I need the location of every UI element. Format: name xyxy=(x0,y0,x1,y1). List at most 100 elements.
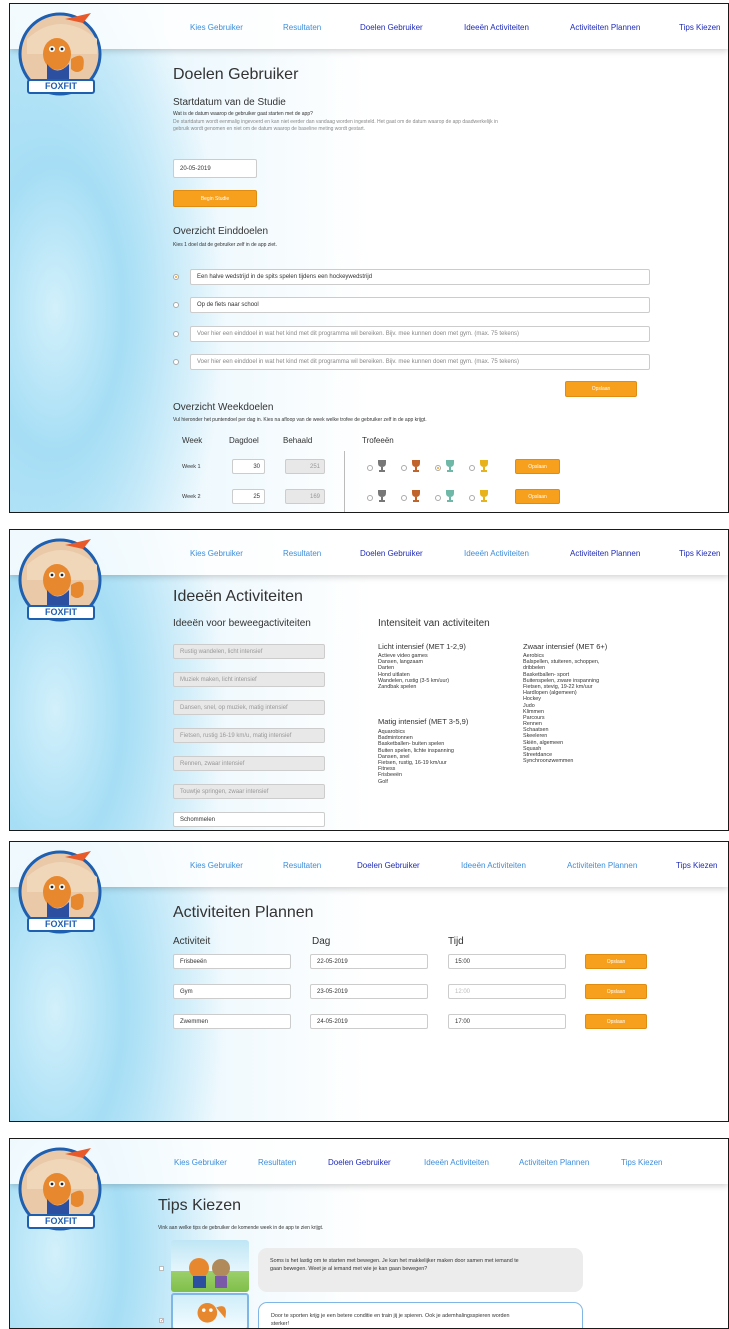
trophy-radio[interactable] xyxy=(367,495,373,501)
trophy-icon xyxy=(480,490,488,502)
start-date-input[interactable]: 20-05-2019 xyxy=(173,159,257,178)
trophy-radio[interactable] xyxy=(367,465,373,471)
ideas-heading: Ideeën voor beweegactiviteiten xyxy=(173,618,311,629)
save-plan-button[interactable]: Opslaan xyxy=(585,954,647,969)
logo-text: FOXFIT xyxy=(27,79,95,94)
activity-item: Buiten spelen, lichte inspanning xyxy=(378,747,454,754)
table-divider xyxy=(344,451,345,512)
dag-input[interactable]: 24-05-2019 xyxy=(310,1014,428,1029)
idea-input[interactable]: Muziek maken, licht intensief xyxy=(173,672,325,687)
activity-item: Zandbak spelen xyxy=(378,683,417,690)
nav-doelen-gebruiker[interactable]: Doelen Gebruiker xyxy=(360,549,423,558)
nav-ideeen-activiteiten[interactable]: Ideeën Activiteiten xyxy=(464,23,529,32)
idea-input[interactable]: Fietsen, rustig 16-19 km/u, matig intens… xyxy=(173,728,325,743)
nav-resultaten[interactable]: Resultaten xyxy=(258,1158,296,1167)
nav-tips-kiezen[interactable]: Tips Kiezen xyxy=(676,861,718,870)
foxfit-logo[interactable]: FOXFIT xyxy=(17,1144,104,1239)
foxfit-logo[interactable]: FOXFIT xyxy=(17,535,104,630)
nav-ideeen-activiteiten[interactable]: Ideeën Activiteiten xyxy=(461,861,526,870)
nav-tips-kiezen[interactable]: Tips Kiezen xyxy=(679,23,721,32)
trophy-icon xyxy=(412,490,420,502)
trophy-radio[interactable] xyxy=(435,465,441,471)
col-trofeeen: Trofeeën xyxy=(362,436,394,445)
nav-tips-kiezen[interactable]: Tips Kiezen xyxy=(679,549,721,558)
nav-activiteiten-plannen[interactable]: Activiteiten Plannen xyxy=(570,549,640,558)
trophy-radio[interactable] xyxy=(401,495,407,501)
dagdoel-input[interactable]: 30 xyxy=(232,459,265,474)
nav-kies-gebruiker[interactable]: Kies Gebruiker xyxy=(174,1158,227,1167)
goal-input[interactable]: Voer hier een einddoel in wat het kind m… xyxy=(190,354,650,370)
goal-input[interactable]: Een halve wedstrijd in de spits spelen t… xyxy=(190,269,650,285)
goal-radio[interactable] xyxy=(173,359,179,365)
activiteit-input[interactable]: Zwemmen xyxy=(173,1014,291,1029)
week-label: Week 2 xyxy=(182,494,201,500)
trophy-radio[interactable] xyxy=(401,465,407,471)
licht-heading: Licht intensief (MET 1-2,9) xyxy=(378,642,466,651)
nav-resultaten[interactable]: Resultaten xyxy=(283,861,321,870)
trophy-radio[interactable] xyxy=(435,495,441,501)
activiteit-input[interactable]: Frisbeeën xyxy=(173,954,291,969)
foxfit-logo[interactable]: FOXFIT xyxy=(17,9,104,104)
idea-input[interactable]: Schommelen xyxy=(173,812,325,827)
nav-doelen-gebruiker[interactable]: Doelen Gebruiker xyxy=(360,23,423,32)
einddoelen-heading: Overzicht Einddoelen xyxy=(173,226,269,237)
nav-resultaten[interactable]: Resultaten xyxy=(283,23,321,32)
trophy-icon xyxy=(446,490,454,502)
trophy-radio[interactable] xyxy=(469,495,475,501)
idea-input[interactable]: Rennen, zwaar intensief xyxy=(173,756,325,771)
tijd-input[interactable]: 15:00 xyxy=(448,954,566,969)
nav-activiteiten-plannen[interactable]: Activiteiten Plannen xyxy=(519,1158,589,1167)
nav-kies-gebruiker[interactable]: Kies Gebruiker xyxy=(190,861,243,870)
tip-checkbox[interactable] xyxy=(159,1266,164,1271)
nav-kies-gebruiker[interactable]: Kies Gebruiker xyxy=(190,23,243,32)
weekdoelen-subtext: Vul hieronder het puntendoel per dag in.… xyxy=(173,417,427,423)
tijd-input[interactable]: 12:00 xyxy=(448,984,566,999)
ideeen-screen: Kies Gebruiker Resultaten Doelen Gebruik… xyxy=(9,529,729,831)
matig-list: Aquarobics Badmintonnen Basketballen- buit… xyxy=(378,729,454,785)
save-goals-button[interactable]: Opslaan xyxy=(565,381,637,397)
begin-studie-button[interactable]: Begin Studie xyxy=(173,190,257,207)
nav-ideeen-activiteiten[interactable]: Ideeën Activiteiten xyxy=(424,1158,489,1167)
intensity-heading: Intensiteit van activiteiten xyxy=(378,618,490,629)
einddoelen-subtext: Kies 1 doel dat de gebruiker zelf in de … xyxy=(173,242,277,248)
dag-input[interactable]: 22-05-2019 xyxy=(310,954,428,969)
doelen-screen: Kies Gebruiker Resultaten Doelen Gebruik… xyxy=(9,3,729,513)
nav-doelen-gebruiker[interactable]: Doelen Gebruiker xyxy=(357,861,420,870)
save-week-button[interactable]: Opslaan xyxy=(515,459,560,474)
nav-ideeen-activiteiten[interactable]: Ideeën Activiteiten xyxy=(464,549,529,558)
dag-input[interactable]: 23-05-2019 xyxy=(310,984,428,999)
goal-input[interactable]: Voer hier een einddoel in wat het kind m… xyxy=(190,326,650,342)
nav-kies-gebruiker[interactable]: Kies Gebruiker xyxy=(190,549,243,558)
save-week-button[interactable]: Opslaan xyxy=(515,489,560,504)
tip-checkbox[interactable]: ✓ xyxy=(159,1318,164,1324)
behaald-value: 169 xyxy=(285,489,325,504)
nav-resultaten[interactable]: Resultaten xyxy=(283,549,321,558)
save-plan-button[interactable]: Opslaan xyxy=(585,984,647,999)
tip-image xyxy=(171,1240,249,1292)
top-navigation: Kies Gebruiker Resultaten Doelen Gebruik… xyxy=(10,4,728,49)
idea-input[interactable]: Rustig wandelen, licht intensief xyxy=(173,644,325,659)
activity-item: Basketballen- buiten spelen xyxy=(378,741,445,748)
goal-input[interactable]: Op de fiets naar school xyxy=(190,297,650,313)
goal-radio[interactable] xyxy=(173,274,179,280)
goal-radio[interactable] xyxy=(173,331,179,337)
top-navigation: Kies Gebruiker Resultaten Doelen Gebruik… xyxy=(10,842,728,887)
activiteit-input[interactable]: Gym xyxy=(173,984,291,999)
trophy-radio[interactable] xyxy=(469,465,475,471)
idea-input[interactable]: Dansen, snel, op muziek, matig intensief xyxy=(173,700,325,715)
dagdoel-input[interactable]: 25 xyxy=(232,489,265,504)
top-navigation: Kies Gebruiker Resultaten Doelen Gebruik… xyxy=(10,530,728,575)
tijd-input[interactable]: 17:00 xyxy=(448,1014,566,1029)
col-activiteit: Activiteit xyxy=(173,936,211,947)
save-plan-button[interactable]: Opslaan xyxy=(585,1014,647,1029)
nav-doelen-gebruiker[interactable]: Doelen Gebruiker xyxy=(328,1158,391,1167)
page-title: Doelen Gebruiker xyxy=(173,66,299,83)
goal-radio[interactable] xyxy=(173,302,179,308)
idea-input[interactable]: Touwtje springen, zwaar intensief xyxy=(173,784,325,799)
nav-activiteiten-plannen[interactable]: Activiteiten Plannen xyxy=(570,23,640,32)
trophy-icon xyxy=(480,460,488,472)
top-navigation: Kies Gebruiker Resultaten Doelen Gebruik… xyxy=(10,1139,728,1184)
foxfit-logo[interactable]: FOXFIT xyxy=(17,847,104,942)
nav-activiteiten-plannen[interactable]: Activiteiten Plannen xyxy=(567,861,637,870)
nav-tips-kiezen[interactable]: Tips Kiezen xyxy=(621,1158,663,1167)
